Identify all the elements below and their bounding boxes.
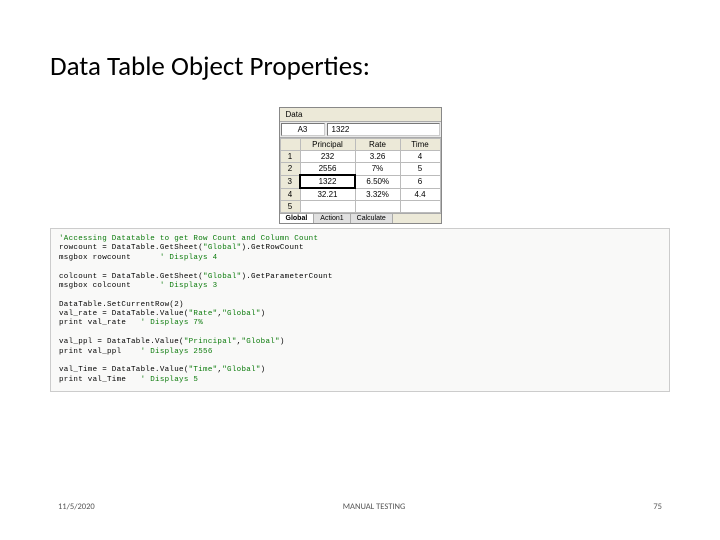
cell[interactable]: 5 [400, 163, 440, 176]
tab-action1[interactable]: Action1 [314, 214, 350, 223]
cell[interactable]: 6.50% [355, 175, 400, 188]
code-line: rowcount = DataTable.GetSheet( [59, 244, 203, 252]
page-title: Data Table Object Properties: [50, 50, 670, 83]
col-header-time[interactable]: Time [400, 139, 440, 151]
code-line: msgbox rowcount [59, 254, 160, 262]
footer-page: 75 [653, 502, 662, 512]
code-string: "Global" [241, 338, 279, 346]
table-row[interactable]: 3 1322 6.50% 6 [280, 175, 440, 188]
cell[interactable] [300, 201, 355, 213]
code-comment: 'Accessing Datatable to get Row Count an… [59, 235, 318, 243]
code-string: "Global" [222, 366, 260, 374]
code-string: "Time" [189, 366, 218, 374]
cell-value[interactable]: 1322 [327, 123, 440, 136]
cell-reference[interactable]: A3 [281, 123, 325, 136]
cell[interactable] [355, 201, 400, 213]
table-row[interactable]: 1 232 3.26 4 [280, 151, 440, 163]
cell[interactable]: 6 [400, 175, 440, 188]
code-line: colcount = DataTable.GetSheet( [59, 273, 203, 281]
row-number[interactable]: 1 [280, 151, 300, 163]
cell[interactable]: 232 [300, 151, 355, 163]
code-line: val_rate = DataTable.Value( [59, 310, 189, 318]
cell[interactable]: 7% [355, 163, 400, 176]
footer-date: 11/5/2020 [58, 502, 95, 512]
code-string: "Rate" [189, 310, 218, 318]
code-comment: ' Displays 4 [160, 254, 218, 262]
row-number[interactable]: 2 [280, 163, 300, 176]
code-line: ) [261, 366, 266, 374]
data-table-panel: Data A3 1322 Principal Rate Time 1 232 3… [279, 107, 442, 224]
sheet-tabs: Global Action1 Calculate [280, 213, 441, 223]
code-line: ) [261, 310, 266, 318]
data-grid[interactable]: Principal Rate Time 1 232 3.26 4 2 2556 … [280, 138, 441, 213]
code-line: print val_Time [59, 376, 141, 384]
code-block: 'Accessing Datatable to get Row Count an… [50, 228, 670, 392]
data-panel-label: Data [280, 108, 441, 122]
cell[interactable]: 32.21 [300, 188, 355, 201]
code-comment: ' Displays 3 [160, 282, 218, 290]
footer-center: MANUAL TESTING [343, 502, 406, 512]
code-comment: ' Displays 2556 [141, 348, 213, 356]
code-line: print val_ppl [59, 348, 141, 356]
code-line: print val_rate [59, 319, 141, 327]
cell-reference-bar: A3 1322 [280, 122, 441, 138]
tab-global[interactable]: Global [280, 214, 315, 223]
code-string: "Global" [222, 310, 260, 318]
code-line: val_Time = DataTable.Value( [59, 366, 189, 374]
code-comment: ' Displays 5 [141, 376, 199, 384]
selected-cell[interactable]: 1322 [300, 175, 355, 188]
cell[interactable]: 3.26 [355, 151, 400, 163]
code-line: ).GetParameterCount [241, 273, 332, 281]
table-row[interactable]: 5 [280, 201, 440, 213]
cell[interactable]: 4.4 [400, 188, 440, 201]
cell[interactable] [400, 201, 440, 213]
tab-calculate[interactable]: Calculate [351, 214, 393, 223]
row-number[interactable]: 3 [280, 175, 300, 188]
row-number[interactable]: 4 [280, 188, 300, 201]
cell[interactable]: 4 [400, 151, 440, 163]
code-string: "Global" [203, 244, 241, 252]
col-header-rate[interactable]: Rate [355, 139, 400, 151]
cell[interactable]: 3.32% [355, 188, 400, 201]
table-row[interactable]: 2 2556 7% 5 [280, 163, 440, 176]
code-line: val_ppl = DataTable.Value( [59, 338, 184, 346]
code-string: "Principal" [184, 338, 237, 346]
table-row[interactable]: 4 32.21 3.32% 4.4 [280, 188, 440, 201]
col-header-principal[interactable]: Principal [300, 139, 355, 151]
cell[interactable]: 2556 [300, 163, 355, 176]
code-line: ) [280, 338, 285, 346]
row-header-corner [280, 139, 300, 151]
code-string: "Global" [203, 273, 241, 281]
code-comment: ' Displays 7% [141, 319, 203, 327]
code-line: ).GetRowCount [241, 244, 303, 252]
row-number[interactable]: 5 [280, 201, 300, 213]
slide-footer: 11/5/2020 MANUAL TESTING 75 [0, 502, 720, 512]
code-line: msgbox colcount [59, 282, 160, 290]
code-line: DataTable.SetCurrentRow(2) [59, 301, 184, 309]
